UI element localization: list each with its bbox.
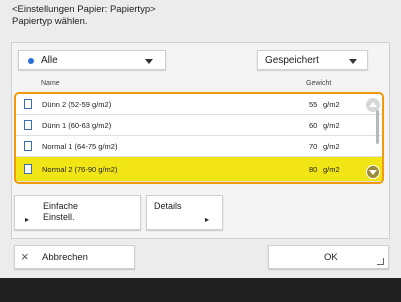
paper-weight: 70: [309, 142, 318, 151]
scrollbar[interactable]: [376, 110, 379, 144]
column-header-name: Name: [41, 80, 60, 87]
cancel-button[interactable]: × Abbrechen: [14, 245, 135, 269]
details-label: Details: [154, 201, 182, 211]
paper-weight: 80: [309, 165, 318, 174]
category-dropdown-label: Alle: [41, 55, 58, 66]
category-dropdown[interactable]: Alle: [18, 50, 166, 70]
list-item[interactable]: Normal 1 (64-75 g/m2) 70 g/m2: [16, 136, 382, 157]
settings-title: <Einstellungen Papier: Papiertyp>: [12, 4, 156, 15]
paper-weight: 55: [309, 100, 318, 109]
instruction-text: Papiertyp wählen.: [12, 16, 88, 27]
corner-mark-icon: [377, 258, 384, 265]
list-item[interactable]: Dünn 2 (52-59 g/m2) 55 g/m2: [16, 94, 382, 115]
ok-label: OK: [324, 252, 338, 263]
close-icon: ×: [21, 249, 29, 264]
chevron-down-icon: [349, 59, 357, 64]
simple-settings-button[interactable]: ▸ Einfache Einstell.: [14, 195, 141, 230]
paper-weight-unit: g/m2: [323, 100, 340, 109]
paper-type-name: Normal 2 (76-90 g/m2): [42, 165, 118, 174]
paper-weight-unit: g/m2: [323, 165, 340, 174]
details-button[interactable]: Details ▸: [146, 195, 223, 230]
paper-icon: [24, 164, 32, 174]
column-header-weight: Gewicht: [306, 80, 332, 87]
saved-dropdown-label: Gespeichert: [265, 55, 319, 66]
chevron-down-icon: [145, 59, 153, 64]
ok-button[interactable]: OK: [268, 245, 389, 269]
list-item-selected[interactable]: Normal 2 (76-90 g/m2) 80 g/m2: [16, 157, 382, 182]
blue-dot-icon: [28, 58, 34, 64]
saved-dropdown[interactable]: Gespeichert: [257, 50, 368, 70]
paper-icon: [24, 99, 32, 109]
paper-weight-unit: g/m2: [323, 121, 340, 130]
paper-icon: [24, 120, 32, 130]
paper-type-name: Dünn 2 (52-59 g/m2): [42, 100, 112, 109]
paper-weight-unit: g/m2: [323, 142, 340, 151]
paper-weight: 60: [309, 121, 318, 130]
paper-type-name: Dünn 1 (60-63 g/m2): [42, 121, 112, 130]
footer-bar: [0, 278, 401, 302]
page-header: <Einstellungen Papier: Papiertyp> Papier…: [12, 4, 156, 28]
chevron-right-icon: ▸: [25, 215, 30, 224]
chevron-right-icon: ▸: [205, 215, 210, 224]
simple-settings-line1: Einfache: [43, 201, 79, 211]
simple-settings-line2: Einstell.: [43, 212, 75, 222]
scroll-down-button[interactable]: [366, 165, 380, 179]
cancel-label: Abbrechen: [42, 252, 88, 263]
paper-type-list: Dünn 2 (52-59 g/m2) 55 g/m2 Dünn 1 (60-6…: [14, 92, 384, 184]
paper-type-name: Normal 1 (64-75 g/m2): [42, 142, 118, 151]
paper-icon: [24, 141, 32, 151]
list-item[interactable]: Dünn 1 (60-63 g/m2) 60 g/m2: [16, 115, 382, 136]
